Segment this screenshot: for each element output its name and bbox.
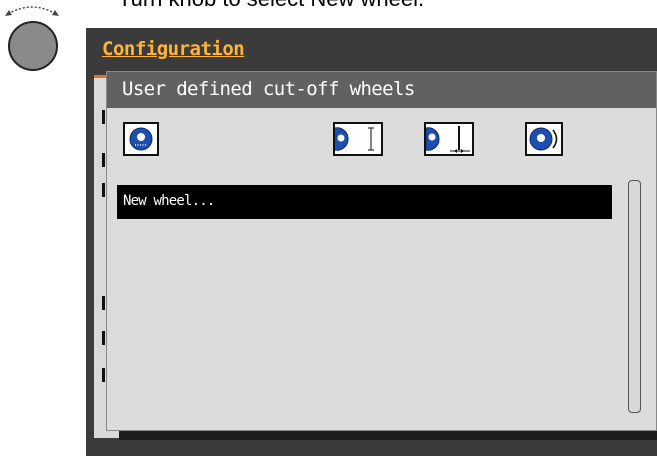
wheel-select-icon [129, 127, 153, 151]
list-item-new-wheel[interactable]: New wheel... [117, 185, 612, 219]
background-marker [102, 110, 105, 124]
rotary-knob-icon[interactable] [8, 21, 58, 71]
background-marker [102, 368, 105, 382]
dialog-header: User defined cut-off wheels [107, 72, 656, 108]
background-window-title: Configuration [102, 38, 245, 60]
background-marker [102, 331, 105, 345]
wheel-rotation-button[interactable] [525, 122, 563, 156]
instruction-text: Turn knob to select New wheel. [118, 0, 424, 12]
background-marker [102, 183, 105, 197]
rotate-arrow-icon [5, 6, 59, 16]
cut-off-wheels-dialog: User defined cut-off wheels New wheel... [106, 71, 657, 431]
wheel-diameter-button[interactable] [333, 122, 383, 156]
wheel-thickness-icon [426, 126, 470, 153]
dialog-title: User defined cut-off wheels [122, 78, 415, 100]
wheel-diameter-icon [335, 127, 374, 151]
background-marker [102, 296, 105, 310]
wheel-select-button[interactable] [123, 122, 159, 156]
background-marker [102, 153, 105, 167]
wheel-list: New wheel... [117, 185, 612, 423]
list-scrollbar[interactable] [628, 180, 641, 413]
device-screen: Configuration User defined cut-off wheel… [86, 28, 657, 456]
wheel-thickness-button[interactable] [424, 122, 474, 156]
wheel-rotation-icon [529, 127, 558, 151]
